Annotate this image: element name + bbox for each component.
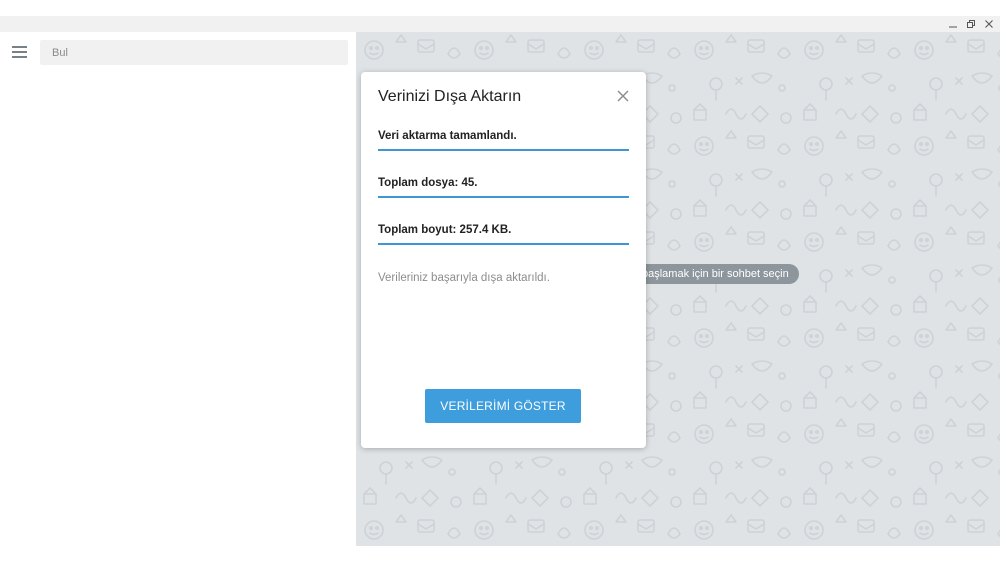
close-icon[interactable]	[980, 16, 998, 32]
hamburger-line	[12, 51, 27, 53]
hamburger-line	[12, 56, 27, 58]
restore-icon[interactable]	[962, 16, 980, 32]
total-files-field: Toplam dosya: 45.	[378, 176, 629, 198]
export-status: Verileriniz başarıyla dışa aktarıldı.	[378, 272, 550, 284]
hamburger-line	[12, 46, 27, 48]
title-bar	[0, 16, 1000, 32]
export-data-dialog: Verinizi Dışa Aktarın Veri aktarma tamam…	[361, 72, 646, 448]
hamburger-icon[interactable]	[10, 42, 30, 62]
sidebar	[0, 32, 356, 546]
dialog-title: Verinizi Dışa Aktarın	[378, 88, 522, 105]
show-my-data-button[interactable]: VERİLERİMİ GÖSTER	[425, 389, 581, 423]
close-icon[interactable]	[615, 88, 631, 104]
export-complete-field: Veri aktarma tamamlandı.	[378, 129, 629, 151]
select-chat-hint: başlamak için bir sohbet seçin	[626, 264, 799, 284]
minimize-icon[interactable]	[944, 16, 962, 32]
total-size-field: Toplam boyut: 257.4 KB.	[378, 223, 629, 245]
app-window: başlamak için bir sohbet seçin Verinizi …	[0, 0, 1000, 563]
search-input[interactable]	[40, 40, 348, 65]
